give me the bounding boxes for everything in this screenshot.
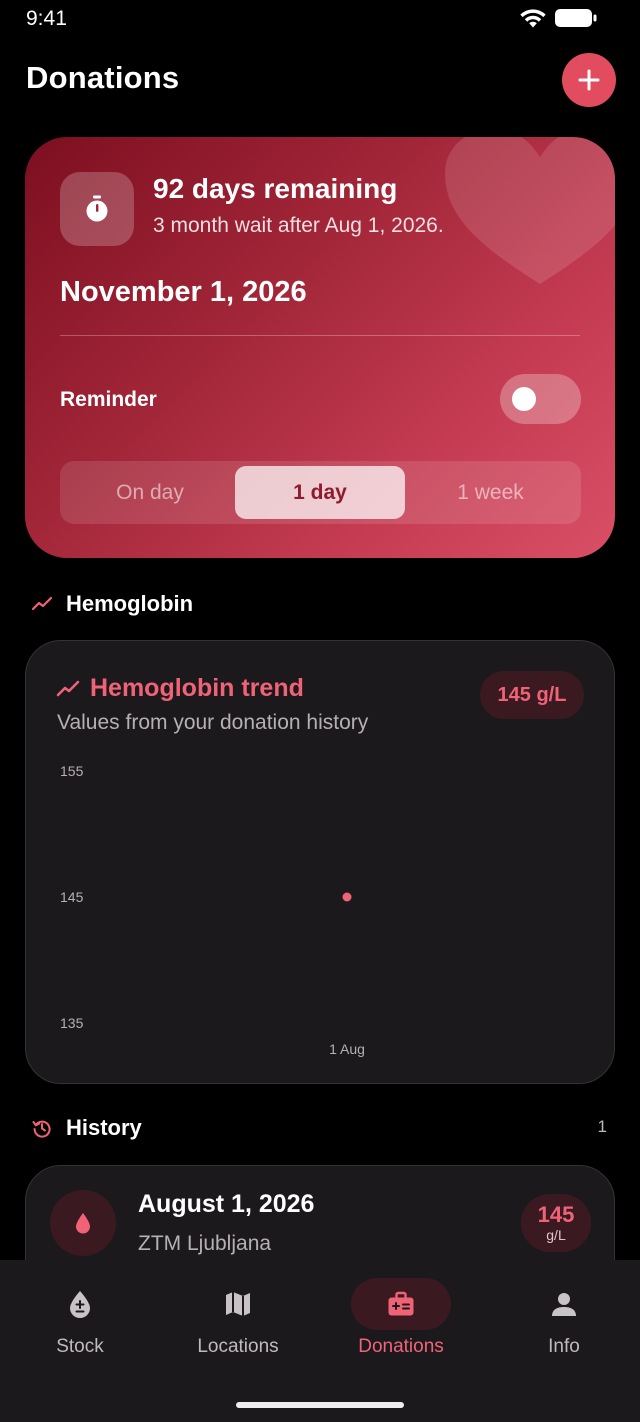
y-tick-label: 135	[60, 1015, 84, 1031]
donation-location: ZTM Ljubljana	[138, 1232, 272, 1255]
timer-badge	[60, 172, 134, 246]
days-remaining: 92 days remaining	[153, 173, 398, 204]
reminder-timing-selector: On day 1 day 1 week	[60, 461, 581, 524]
next-donation-card: 92 days remaining 3 month wait after Aug…	[25, 137, 615, 558]
nav-item-locations[interactable]: Locations	[158, 1260, 318, 1380]
nav-item-stock[interactable]: Stock	[0, 1260, 160, 1380]
section-title: Hemoglobin	[66, 591, 194, 616]
nav-label: Donations	[358, 1336, 444, 1357]
person-icon	[552, 1293, 576, 1316]
segment-on-day[interactable]: On day	[65, 466, 235, 519]
hemoglobin-section-header: Hemoglobin	[32, 591, 193, 617]
home-indicator	[236, 1402, 404, 1408]
battery-icon	[555, 9, 597, 27]
plus-icon	[578, 69, 600, 91]
drop-badge	[50, 1190, 116, 1256]
add-donation-button[interactable]	[562, 53, 616, 107]
next-donation-date: November 1, 2026	[60, 276, 307, 308]
nav-icon-container	[514, 1278, 614, 1330]
map-icon	[226, 1292, 250, 1316]
nav-label: Locations	[197, 1336, 279, 1357]
reminder-label: Reminder	[60, 388, 157, 411]
nav-icon-container	[351, 1278, 451, 1330]
medical-kit-icon	[388, 1291, 414, 1316]
hemoglobin-value-badge: 145 g/L	[521, 1194, 591, 1252]
nav-label: Stock	[56, 1336, 104, 1357]
hemoglobin-unit: g/L	[546, 1227, 566, 1243]
bottom-navigation: Stock Locations Donations Info	[0, 1260, 640, 1422]
wait-note: 3 month wait after Aug 1, 2026.	[153, 214, 444, 237]
reminder-toggle[interactable]	[500, 374, 581, 424]
nav-item-donations[interactable]: Donations	[321, 1260, 481, 1380]
wifi-icon	[520, 9, 546, 28]
history-count: 1	[597, 1117, 607, 1136]
history-icon	[32, 1120, 51, 1138]
timer-icon	[86, 195, 108, 222]
hemoglobin-value: 145	[537, 1202, 575, 1227]
divider	[60, 335, 580, 336]
y-tick-label: 155	[60, 763, 84, 779]
donation-date: August 1, 2026	[138, 1190, 315, 1218]
heart-decoration-icon	[445, 137, 615, 284]
data-point	[342, 892, 352, 902]
nav-icon-container	[30, 1278, 130, 1330]
section-title: History	[66, 1115, 142, 1140]
nav-item-info[interactable]: Info	[484, 1260, 640, 1380]
status-time: 9:41	[26, 7, 67, 30]
blood-drop-icon	[76, 1213, 90, 1234]
hemoglobin-chart: 155 145 135 1 Aug	[60, 763, 365, 1057]
segment-1-week[interactable]: 1 week	[405, 466, 576, 519]
blood-drop-plus-minus-icon	[70, 1291, 90, 1318]
x-tick-label: 1 Aug	[329, 1041, 365, 1057]
nav-icon-container	[188, 1278, 288, 1330]
trend-icon	[32, 596, 52, 611]
hemoglobin-trend-card: Hemoglobin trend Values from your donati…	[25, 640, 615, 1084]
nav-label: Info	[548, 1336, 580, 1357]
page-title: Donations	[26, 60, 180, 95]
history-section-header: History	[32, 1115, 142, 1141]
segment-1-day[interactable]: 1 day	[235, 466, 405, 519]
toggle-knob	[512, 387, 536, 411]
status-bar: 9:41	[0, 0, 640, 40]
y-tick-label: 145	[60, 889, 84, 905]
